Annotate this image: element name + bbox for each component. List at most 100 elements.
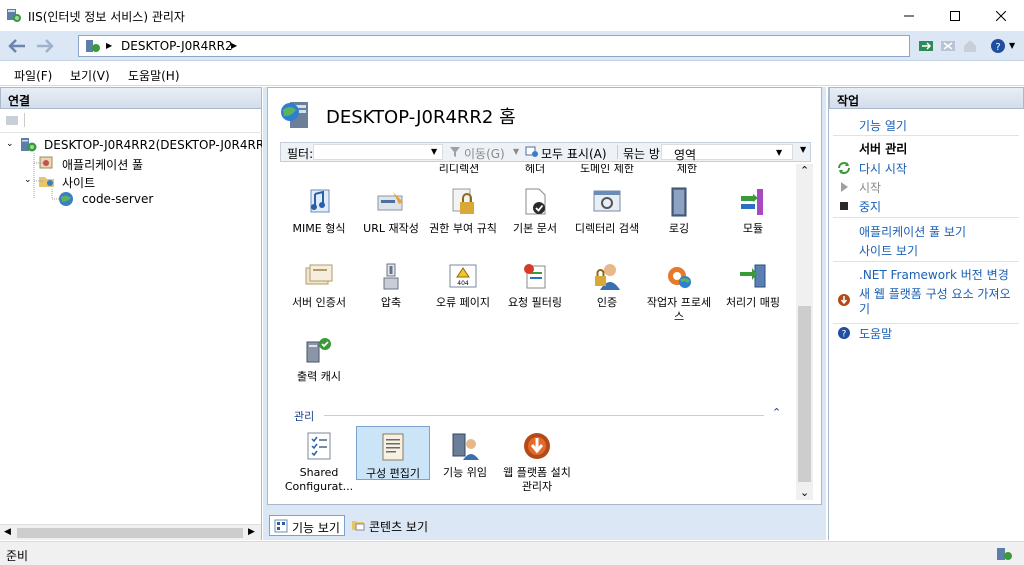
window-title: IIS(인터넷 정보 서비스) 관리자 [28, 10, 185, 24]
authentication-icon [595, 264, 620, 290]
horizontal-scrollbar[interactable]: ◀ ▶ [0, 524, 261, 540]
svg-text:?: ? [842, 330, 847, 340]
address-path[interactable]: DESKTOP-J0R4RR2 [121, 39, 233, 53]
web-platform-installer-icon [524, 433, 550, 459]
feature-default-document[interactable]: 기본 문서 [498, 186, 572, 236]
forward-button[interactable] [32, 35, 58, 57]
help-dropdown-icon[interactable]: ▼ [1009, 41, 1015, 50]
svg-text:?: ? [995, 42, 1000, 53]
filter-dropdown-icon[interactable]: ▼ [431, 147, 437, 156]
scroll-left-icon[interactable]: ◀ [4, 527, 11, 537]
feature-request-filtering[interactable]: 요청 필터링 [498, 260, 572, 310]
features-view-icon [274, 519, 288, 533]
feature-shared-configuration[interactable]: Shared Configurat... [282, 430, 356, 494]
filter-divider [617, 145, 618, 159]
restart-icon [838, 162, 850, 174]
feature-worker-processes[interactable]: 작업자 프로세스 [642, 260, 716, 324]
feature-modules[interactable]: 모듈 [716, 186, 790, 236]
feature-handler-mappings[interactable]: 처리기 매핑 [716, 260, 790, 310]
connections-header: 연결 [0, 87, 262, 109]
go-dropdown-icon[interactable]: ▼ [513, 147, 519, 156]
connect-icon[interactable] [5, 113, 19, 127]
minimize-icon [904, 15, 914, 16]
action-start[interactable]: 시작 [859, 179, 881, 196]
breadcrumb-arrow-icon[interactable]: ▶ [231, 41, 237, 50]
connect-icon[interactable] [918, 38, 934, 54]
stop-icon [840, 202, 848, 210]
close-icon [996, 10, 1006, 21]
menu-file[interactable]: 파일(F) [14, 67, 52, 84]
chevron-up-icon[interactable]: ⌃ [772, 406, 781, 419]
feature-error-pages[interactable]: 404 오류 페이지 [426, 260, 500, 310]
feature-configuration-editor[interactable]: 구성 편집기 [356, 426, 430, 480]
minimize-button[interactable] [886, 0, 932, 31]
vertical-scrollbar[interactable]: ⌃ ⌄ [796, 164, 813, 500]
feature-logging[interactable]: 로깅 [642, 186, 716, 236]
action-change-net-version[interactable]: .NET Framework 버전 변경 [859, 266, 1009, 283]
action-help[interactable]: 도움말 [859, 325, 892, 342]
help-icon: ? [838, 327, 850, 340]
action-stop[interactable]: 중지 [859, 198, 881, 215]
chevron-down-icon[interactable]: ▼ [776, 148, 782, 157]
address-bar: ▶ DESKTOP-J0R4RR2 ▶ ? ▼ [0, 31, 1024, 61]
chevron-down-icon[interactable]: ⌄ [24, 175, 32, 185]
address-box[interactable]: ▶ DESKTOP-J0R4RR2 ▶ [78, 35, 910, 57]
error-page-icon: 404 [449, 264, 477, 288]
action-get-web-platform-components[interactable]: 새 웹 플랫폼 구성 요소 가져오기 [859, 287, 1017, 317]
tree-site-code-server[interactable]: code-server [42, 190, 242, 208]
home-icon[interactable] [962, 38, 978, 54]
action-view-sites[interactable]: 사이트 보기 [859, 242, 918, 259]
tree-server-node[interactable]: ⌄ DESKTOP-J0R4RR2(DESKTOP-J0R4RR2\T [6, 136, 262, 154]
feature-view: DESKTOP-J0R4RR2 홈 필터: ▼ 이동(G) ▼ 모두 표시(A)… [267, 87, 822, 505]
action-separator [833, 323, 1019, 324]
scroll-thumb[interactable] [798, 306, 811, 482]
feature-server-certificates[interactable]: 서버 인증서 [282, 260, 356, 310]
tree-sites-node[interactable]: ⌄ 사이트 [24, 172, 244, 190]
status-bar: 준비 [0, 541, 1024, 565]
go-button[interactable]: 이동(G) [464, 145, 505, 162]
scroll-thumb[interactable] [17, 528, 243, 538]
feature-url-rewrite[interactable]: URL 재작성 [354, 186, 428, 236]
action-view-app-pools[interactable]: 애플리케이션 풀 보기 [859, 223, 966, 240]
lock-document-icon [452, 188, 474, 214]
feature-label-cut: 도메인 제한 [579, 164, 635, 175]
feature-directory-browsing[interactable]: 디렉터리 검색 [570, 186, 644, 236]
feature-mime-types[interactable]: MIME 형식 [282, 186, 356, 236]
worker-processes-icon [668, 267, 691, 288]
action-separator [833, 217, 1019, 218]
action-restart[interactable]: 다시 시작 [859, 160, 907, 177]
actions-panel: 작업 기능 열기 서버 관리 다시 시작 시작 중지 애플리케이션 풀 보기 사… [828, 87, 1024, 540]
help-icon[interactable]: ? [990, 38, 1006, 54]
maximize-button[interactable] [932, 0, 978, 31]
feature-authorization-rules[interactable]: 권한 부여 규칙 [426, 186, 500, 236]
feature-output-caching[interactable]: 출력 캐시 [282, 334, 356, 384]
back-button[interactable] [4, 35, 30, 57]
feature-delegation[interactable]: 기능 위임 [428, 430, 502, 480]
svg-text:404: 404 [457, 280, 469, 287]
disconnect-icon[interactable] [940, 38, 956, 54]
scroll-down-icon[interactable]: ⌄ [800, 486, 809, 499]
feature-compression[interactable]: 압축 [354, 260, 428, 310]
chevron-down-icon[interactable]: ⌄ [6, 139, 14, 149]
action-open-feature[interactable]: 기능 열기 [859, 117, 907, 134]
show-all-button[interactable]: 모두 표시(A) [541, 145, 607, 162]
tree-label: 사이트 [62, 176, 96, 190]
menu-help[interactable]: 도움말(H) [128, 67, 180, 84]
config-editor-icon [382, 433, 404, 461]
menu-view[interactable]: 보기(V) [70, 67, 110, 84]
feature-authentication[interactable]: 인증 [570, 260, 644, 310]
tab-features-view[interactable]: 기능 보기 [269, 515, 345, 536]
menu-bar: 파일(F) 보기(V) 도움말(H) [0, 62, 1024, 86]
close-button[interactable] [978, 0, 1024, 31]
filter-bar: 필터: ▼ 이동(G) ▼ 모두 표시(A) 묶는 방법: 영역 ▼ ▼ [280, 142, 811, 162]
arrow-left-icon [8, 39, 25, 53]
feature-web-platform-installer[interactable]: 웹 플랫폼 설치 관리자 [500, 430, 574, 494]
tree-app-pools-node[interactable]: 애플리케이션 풀 [24, 154, 244, 172]
scroll-up-icon[interactable]: ⌃ [800, 164, 809, 177]
group-by-select[interactable]: 영역 ▼ [661, 144, 793, 162]
section-management[interactable]: 관리 ⌃ [294, 406, 784, 423]
filter-input[interactable] [313, 144, 443, 160]
scroll-right-icon[interactable]: ▶ [248, 527, 255, 537]
tab-content-view[interactable]: 콘텐츠 보기 [347, 515, 439, 536]
toolbar-overflow-icon[interactable]: ▼ [800, 145, 806, 154]
